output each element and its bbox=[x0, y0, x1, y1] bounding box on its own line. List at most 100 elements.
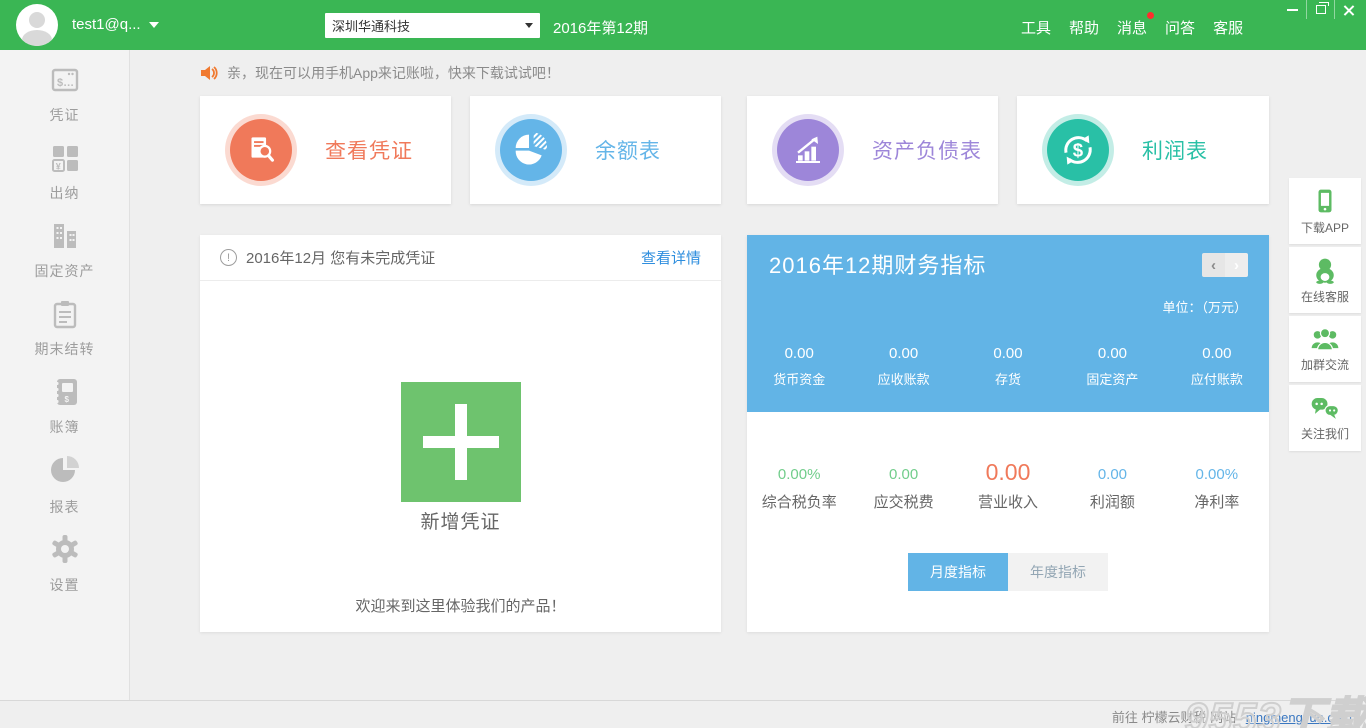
plus-icon bbox=[455, 404, 467, 480]
voucher-panel-header: ! 2016年12月 您有未完成凭证 查看详情 bbox=[200, 235, 721, 281]
stat-payables: 0.00应付账款 bbox=[1165, 345, 1269, 388]
sidebar-item-ledger[interactable]: $ 账簿 bbox=[0, 376, 129, 437]
menu-item-help[interactable]: 帮助 bbox=[1067, 16, 1101, 39]
stat-value: 0.00 bbox=[851, 345, 955, 362]
tab-yearly-indicators[interactable]: 年度指标 bbox=[1008, 553, 1108, 591]
notification-dot bbox=[1147, 12, 1154, 19]
avatar[interactable] bbox=[16, 4, 58, 46]
dock-download-app[interactable]: 下载APP bbox=[1289, 178, 1361, 244]
sidebar-item-cashier[interactable]: ¥ 出纳 bbox=[0, 142, 129, 203]
menu-item-support[interactable]: 客服 bbox=[1211, 16, 1245, 39]
voucher-icon: $… bbox=[49, 64, 81, 96]
svg-text:¥: ¥ bbox=[55, 162, 60, 172]
voucher-panel: ! 2016年12月 您有未完成凭证 查看详情 新增凭证 欢迎来到这里体验我们的… bbox=[200, 235, 721, 632]
stat-value: 0.00 bbox=[956, 459, 1060, 486]
avatar-head bbox=[29, 12, 45, 28]
notice-text: 亲，现在可以用手机App来记账啦，快来下载试试吧！ bbox=[227, 63, 560, 83]
app-promo-notice: 亲，现在可以用手机App来记账啦，快来下载试试吧！ bbox=[200, 63, 560, 83]
balance-sheet-chart-icon bbox=[777, 119, 839, 181]
add-voucher-label: 新增凭证 bbox=[200, 507, 721, 534]
dock-join-group[interactable]: 加群交流 bbox=[1289, 316, 1361, 382]
sidebar-item-period-end[interactable]: 期末结转 bbox=[0, 298, 129, 359]
menu-item-messages[interactable]: 消息 bbox=[1115, 16, 1149, 39]
speaker-icon bbox=[200, 65, 218, 81]
stat-taxes-payable: 0.00应交税费 bbox=[851, 466, 955, 512]
card-profit-table[interactable]: $ 利润表 bbox=[1017, 96, 1269, 204]
side-dock: 下载APP 在线客服 加群交流 关注我们 bbox=[1289, 178, 1361, 454]
dock-follow-us[interactable]: 关注我们 bbox=[1289, 385, 1361, 451]
phone-icon bbox=[1312, 187, 1338, 215]
sidebar-item-reports[interactable]: 报表 bbox=[0, 454, 129, 517]
minimize-icon bbox=[1287, 9, 1298, 11]
stat-inventory: 0.00存货 bbox=[956, 345, 1060, 388]
stat-monetary-funds: 0.00 货币资金 bbox=[747, 345, 851, 388]
window-controls bbox=[1278, 0, 1362, 19]
sidebar-item-fixed-assets[interactable]: 固定资产 bbox=[0, 220, 129, 281]
restore-icon bbox=[1316, 5, 1326, 14]
bottom-stats-row: 0.00%综合税负率 0.00应交税费 0.00营业收入 0.00利润额 0.0… bbox=[747, 459, 1269, 512]
card-balance-table[interactable]: 余额表 bbox=[470, 96, 721, 204]
user-menu[interactable]: test1@q... bbox=[72, 16, 159, 33]
stat-label: 利润额 bbox=[1060, 491, 1164, 512]
tab-monthly-indicators[interactable]: 月度指标 bbox=[908, 553, 1008, 591]
sidebar-item-voucher[interactable]: $… 凭证 bbox=[0, 64, 129, 125]
prev-period-button[interactable]: ‹ bbox=[1202, 253, 1225, 277]
ledger-icon: $ bbox=[49, 376, 81, 408]
view-details-link[interactable]: 查看详情 bbox=[641, 247, 701, 268]
stat-value: 0.00% bbox=[1165, 466, 1269, 483]
minimize-button[interactable] bbox=[1278, 0, 1306, 19]
add-voucher-button[interactable] bbox=[401, 382, 521, 502]
profit-cycle-icon: $ bbox=[1047, 119, 1109, 181]
close-button[interactable] bbox=[1334, 0, 1362, 19]
cashier-icon: ¥ bbox=[49, 142, 81, 174]
period-label: 2016年第12期 bbox=[553, 17, 648, 38]
card-label: 查看凭证 bbox=[325, 135, 413, 165]
stat-label: 综合税负率 bbox=[747, 491, 851, 512]
sidebar-item-settings[interactable]: 设置 bbox=[0, 532, 129, 595]
menu-item-qa[interactable]: 问答 bbox=[1163, 16, 1197, 39]
unfinished-voucher-notice: 2016年12月 您有未完成凭证 bbox=[246, 247, 435, 268]
stat-value: 0.00% bbox=[747, 466, 851, 483]
restore-button[interactable] bbox=[1306, 0, 1334, 19]
company-select[interactable]: 深圳华通科技 bbox=[325, 13, 540, 38]
select-caret-icon bbox=[525, 23, 533, 28]
finance-panel-blue-header: 2016年12期财务指标 ‹ › 单位：（万元） 0.00货币资金 0.00应收… bbox=[747, 235, 1269, 412]
balance-pie-icon bbox=[500, 119, 562, 181]
svg-text:$: $ bbox=[64, 395, 69, 404]
svg-text:$…: $… bbox=[57, 77, 74, 89]
menu-item-tools[interactable]: 工具 bbox=[1019, 16, 1053, 39]
stat-fixed-assets: 0.00固定资产 bbox=[1060, 345, 1164, 388]
stat-value: 0.00 bbox=[747, 345, 851, 362]
card-label: 资产负债表 bbox=[872, 135, 982, 165]
stat-value: 0.00 bbox=[851, 466, 955, 483]
sidebar-label: 出纳 bbox=[50, 183, 80, 203]
sidebar: $… 凭证 ¥ 出纳 固定资产 期末结转 $ 账簿 报表 设置 bbox=[0, 50, 130, 700]
stat-label: 货币资金 bbox=[747, 369, 851, 388]
card-balance-sheet[interactable]: 资产负债表 bbox=[747, 96, 998, 204]
stat-profit: 0.00 利润额 bbox=[1060, 466, 1164, 512]
user-name: test1@q... bbox=[72, 16, 141, 33]
stat-label: 应收账款 bbox=[851, 369, 955, 388]
info-icon: ! bbox=[220, 249, 237, 266]
stat-value: 0.00 bbox=[1060, 466, 1164, 483]
card-view-vouchers[interactable]: 查看凭证 bbox=[200, 96, 451, 204]
stat-label: 应付账款 bbox=[1165, 369, 1269, 388]
stat-label: 净利率 bbox=[1165, 491, 1269, 512]
finance-tabs: 月度指标 年度指标 bbox=[747, 553, 1269, 591]
next-period-button[interactable]: › bbox=[1225, 253, 1248, 277]
stat-net-profit-rate: 0.00% 净利率 bbox=[1165, 466, 1269, 512]
status-bar: 前往 柠檬云财税 网站 ningmengyun.com bbox=[0, 700, 1366, 728]
card-label: 余额表 bbox=[595, 135, 661, 165]
unit-label: 单位：（万元） bbox=[1162, 297, 1247, 316]
top-menu: 工具 帮助 消息 问答 客服 bbox=[1019, 16, 1245, 39]
sidebar-label: 固定资产 bbox=[35, 261, 95, 281]
footer-site-link[interactable]: ningmengyun.com bbox=[1246, 710, 1352, 725]
footer-prefix: 前往 柠檬云财税 网站 bbox=[1112, 710, 1236, 725]
stat-value: 0.00 bbox=[956, 345, 1060, 362]
dock-online-support[interactable]: 在线客服 bbox=[1289, 247, 1361, 313]
finance-panel: 2016年12期财务指标 ‹ › 单位：（万元） 0.00货币资金 0.00应收… bbox=[747, 235, 1269, 632]
menu-item-messages-label: 消息 bbox=[1117, 20, 1147, 37]
period-end-icon bbox=[49, 298, 81, 330]
sidebar-label: 凭证 bbox=[50, 105, 80, 125]
settings-icon bbox=[48, 532, 82, 566]
